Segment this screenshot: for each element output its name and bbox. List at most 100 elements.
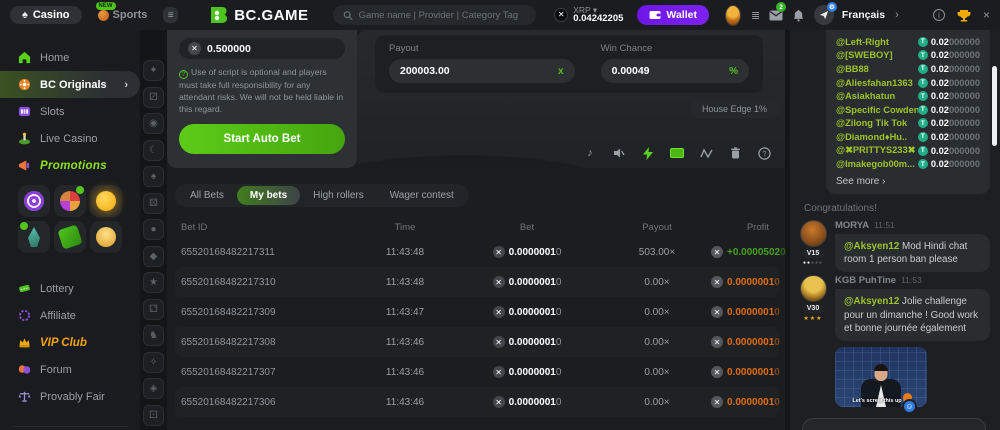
- feed-username[interactable]: @Left-Right: [836, 37, 889, 47]
- sidebar-item-home[interactable]: Home: [0, 44, 140, 71]
- bet-amount: ✕ 0.00000010: [493, 366, 562, 378]
- trash-icon[interactable]: [728, 146, 742, 160]
- search-input[interactable]: [359, 10, 527, 21]
- chat-gif-attachment[interactable]: Let's screw this up t...: [835, 347, 927, 407]
- feed-amount: T 0.02000000: [918, 37, 980, 47]
- bet-id: 65520168482217306: [181, 397, 359, 408]
- sports-toggle[interactable]: NEW Sports: [90, 6, 156, 24]
- tab-my-bets[interactable]: My bets: [237, 186, 300, 205]
- start-auto-bet-button[interactable]: Start Auto Bet: [179, 124, 345, 154]
- feed-username[interactable]: @Imakegob00m...: [836, 159, 915, 169]
- bet-list-icon[interactable]: ≣: [751, 9, 760, 22]
- house-edge-tab[interactable]: House Edge 1%: [690, 100, 779, 118]
- table-row[interactable]: 65520168482217306 11:43:46 ✕ 0.00000010 …: [175, 387, 779, 417]
- mention[interactable]: @Aksyen12: [844, 241, 899, 252]
- promo-wheel-tile[interactable]: [54, 185, 86, 217]
- bet-amount-input[interactable]: ✕ 0.500000: [179, 38, 345, 59]
- tab-all-bets[interactable]: All Bets: [177, 186, 237, 205]
- xrp-coin-icon: ✕: [711, 366, 723, 378]
- sidebar-item-lottery[interactable]: Lottery: [0, 275, 140, 302]
- user-avatar[interactable]: [800, 220, 827, 247]
- tab-wager-contest[interactable]: Wager contest: [377, 186, 467, 205]
- promo-piggy-tile[interactable]: [90, 185, 122, 217]
- feed-username[interactable]: @Zilong Tik Tok: [836, 118, 907, 128]
- wallet-icon: [649, 10, 661, 20]
- game-icon[interactable]: ◈: [143, 378, 164, 399]
- sidebar-item-bc-originals[interactable]: BC Originals ›: [0, 71, 140, 98]
- game-icon[interactable]: ⚀: [143, 405, 164, 426]
- game-icon[interactable]: ⚁: [143, 299, 164, 320]
- sidebar-item-promotions[interactable]: Promotions: [0, 152, 140, 179]
- chat-scrollbar[interactable]: [992, 66, 997, 146]
- sound-icon[interactable]: [612, 146, 626, 160]
- game-icon[interactable]: ♠: [143, 166, 164, 187]
- turbo-bolt-icon[interactable]: [641, 146, 655, 160]
- bet-feed-row: @Specific Cowden T 0.02000000: [836, 103, 980, 117]
- table-row[interactable]: 65520168482217310 11:43:48 ✕ 0.00000010 …: [175, 267, 779, 297]
- sidebar-item-slots[interactable]: Slots: [0, 98, 140, 125]
- wallet-button[interactable]: Wallet: [637, 5, 709, 25]
- game-icon[interactable]: ⚂: [143, 87, 164, 108]
- auto-bet-panel: ✕ 0.500000 ?Use of script is optional an…: [167, 30, 357, 168]
- table-row[interactable]: 65520168482217307 11:43:46 ✕ 0.00000010 …: [175, 357, 779, 387]
- sidebar-item-forum[interactable]: Forum: [0, 356, 140, 383]
- chevron-right-icon[interactable]: ›: [895, 9, 899, 21]
- game-icon[interactable]: ◉: [143, 113, 164, 134]
- game-icon[interactable]: ♞: [143, 325, 164, 346]
- table-row[interactable]: 65520168482217308 11:43:46 ✕ 0.00000010 …: [175, 327, 779, 357]
- emoji-reaction-button[interactable]: ☺: [902, 399, 917, 414]
- tab-high-rollers[interactable]: High rollers: [300, 186, 377, 205]
- table-row[interactable]: 65520168482217309 11:43:47 ✕ 0.00000010 …: [175, 297, 779, 327]
- feed-username[interactable]: @Aliesfahan1363: [836, 78, 913, 88]
- chat-panel-button[interactable]: ⚙: [814, 5, 834, 25]
- promo-coin-tile[interactable]: [90, 221, 122, 253]
- live-stats-icon[interactable]: [699, 146, 713, 160]
- game-icon[interactable]: ★: [143, 272, 164, 293]
- feed-username[interactable]: @Asiakhatun: [836, 91, 895, 101]
- sidebar-item-provably-fair[interactable]: Provably Fair: [0, 383, 140, 410]
- feed-username[interactable]: @✖PRITTYS233✖: [836, 145, 915, 156]
- notifications-button[interactable]: [791, 5, 806, 25]
- table-row[interactable]: 65520168482217311 11:43:48 ✕ 0.00000010 …: [175, 237, 779, 267]
- feed-username[interactable]: @Diamond♦Hu..: [836, 132, 907, 142]
- close-chat-icon[interactable]: ×: [983, 8, 990, 22]
- promo-tag-tile[interactable]: [54, 221, 86, 253]
- game-icon[interactable]: ◆: [143, 246, 164, 267]
- menu-toggle-button[interactable]: ≡: [163, 7, 178, 23]
- game-icon[interactable]: ✦: [143, 60, 164, 81]
- balance-selector[interactable]: ✕ XRP ▾ 0.04242205: [554, 6, 623, 25]
- chat-username[interactable]: KGB PuhTine: [835, 275, 896, 286]
- win-chance-input[interactable]: 0.00049 %: [601, 59, 749, 83]
- chat-language-selector[interactable]: Français: [842, 9, 885, 21]
- feed-username[interactable]: @[SWEBOY]: [836, 50, 893, 60]
- hotkeys-icon[interactable]: [670, 146, 684, 160]
- chat-username[interactable]: MORYA: [835, 220, 869, 231]
- game-icon[interactable]: ●: [143, 219, 164, 240]
- music-icon[interactable]: ♪: [583, 146, 597, 160]
- sidebar-item-vip-club[interactable]: VIP Club: [0, 329, 140, 356]
- inbox-button[interactable]: 2: [768, 5, 783, 25]
- search-bar[interactable]: [333, 5, 537, 25]
- percent-icon: %: [729, 66, 738, 77]
- user-avatar[interactable]: [725, 5, 741, 26]
- feed-username[interactable]: @Specific Cowden: [836, 105, 918, 115]
- trophy-icon[interactable]: [957, 9, 971, 22]
- payout-input[interactable]: 200003.00 x: [389, 59, 575, 83]
- game-icon[interactable]: ✧: [143, 352, 164, 373]
- game-icon[interactable]: ⚄: [143, 193, 164, 214]
- chat-rules-icon[interactable]: i: [933, 9, 945, 21]
- casino-toggle[interactable]: ♠ Casino: [10, 6, 82, 24]
- promo-target-tile[interactable]: [18, 185, 50, 217]
- help-icon[interactable]: ?: [757, 146, 771, 160]
- user-avatar[interactable]: [800, 275, 827, 302]
- promo-rocket-tile[interactable]: [18, 221, 50, 253]
- game-icon[interactable]: ☾: [143, 140, 164, 161]
- mention[interactable]: @Aksyen12: [844, 296, 899, 307]
- chat-input[interactable]: [802, 418, 986, 430]
- bet-id: 65520168482217311: [181, 247, 359, 258]
- feed-username[interactable]: @BB88: [836, 64, 869, 74]
- sidebar-item-live-casino[interactable]: Live Casino: [0, 125, 140, 152]
- see-more-link[interactable]: See more ›: [836, 176, 980, 187]
- sidebar-item-affiliate[interactable]: Affiliate: [0, 302, 140, 329]
- bc-game-logo[interactable]: BC.GAME: [208, 5, 308, 25]
